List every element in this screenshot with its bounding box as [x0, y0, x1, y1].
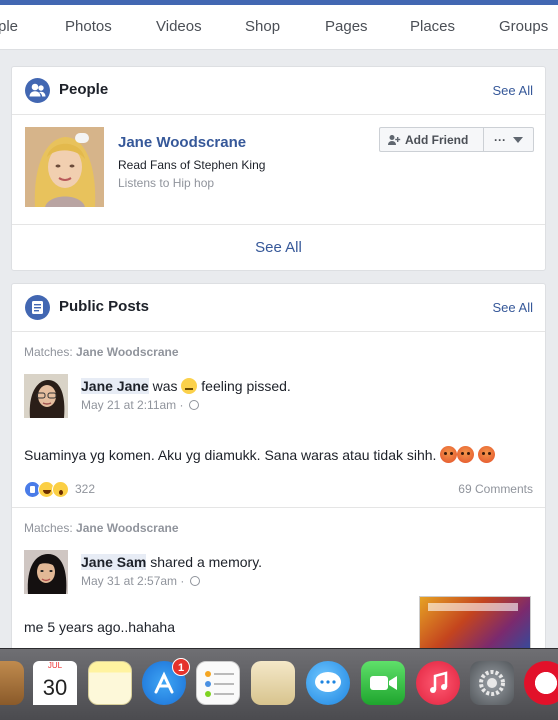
music-note-icon [430, 671, 448, 693]
post-author-line: Jane Jane was feeling pissed. [81, 378, 291, 394]
people-see-all-button[interactable]: See All [12, 225, 545, 270]
reminders-app-icon[interactable] [196, 661, 240, 705]
person-result: Jane Woodscrane Read Fans of Stephen Kin… [12, 115, 545, 225]
person-detail-fans: Read Fans of Stephen King [118, 158, 266, 172]
calendar-app-icon[interactable]: JUL 30 [33, 661, 77, 705]
add-friend-icon [387, 134, 401, 146]
post-text: Suaminya yg komen. Aku yg diamukk. Sana … [24, 447, 437, 463]
search-filter-tabs: ple Photos Videos Shop Pages Places Grou… [0, 5, 558, 50]
post-action-post: feeling pissed. [201, 378, 291, 394]
post-time[interactable]: May 21 at 2:11am · [81, 398, 184, 412]
more-options-button[interactable]: ··· [483, 127, 534, 152]
contacts-app-icon[interactable] [0, 661, 24, 705]
tab-groups[interactable]: Groups [499, 18, 548, 35]
person-avatar[interactable] [25, 127, 104, 207]
globe-icon [188, 400, 199, 410]
globe-icon [189, 576, 200, 586]
tab-videos[interactable]: Videos [156, 18, 202, 35]
chevron-down-icon [513, 136, 523, 143]
itunes-app-icon[interactable] [416, 661, 460, 705]
post-timestamp: May 21 at 2:11am · [81, 398, 199, 412]
author-avatar[interactable] [24, 374, 68, 418]
public-posts-header: Public Posts See All [12, 284, 545, 332]
people-see-all-link[interactable]: See All [493, 83, 533, 98]
video-camera-icon [370, 676, 397, 690]
post-reactions-bar: 322 69 Comments [12, 466, 545, 508]
tab-photos[interactable]: Photos [65, 18, 112, 35]
post-header: Jane Sam shared a memory. May 31 at 2:57… [12, 542, 545, 594]
gear-icon [479, 670, 505, 696]
chat-bubble-icon [315, 672, 341, 692]
calendar-day: 30 [33, 673, 77, 705]
opera-browser-icon[interactable] [524, 661, 558, 705]
reactions-summary[interactable]: 322 [24, 480, 95, 498]
system-preferences-icon[interactable] [470, 661, 514, 705]
wow-reaction-icon [52, 480, 69, 498]
angry-emoji-icon [457, 446, 475, 463]
tab-people[interactable]: ple [0, 18, 18, 35]
post-action-pre: was [152, 378, 178, 394]
messages-app-icon[interactable] [306, 661, 350, 705]
angry-emoji-icon [440, 446, 458, 463]
notes-app-icon[interactable] [88, 661, 132, 705]
person-detail-music: Listens to Hip hop [118, 176, 215, 190]
macos-dock: JUL 30 1 [0, 648, 558, 720]
post-header: Jane Jane was feeling pissed. May 21 at … [12, 366, 545, 418]
post-match-info: Matches: Jane Woodscrane [12, 332, 545, 366]
memory-thumbnail[interactable] [419, 596, 531, 652]
people-icon [25, 78, 50, 103]
post-item: Matches: Jane Woodscrane Jane Jane was f… [12, 332, 545, 508]
feeling-pissed-icon [181, 378, 198, 394]
post-author-line: Jane Sam shared a memory. [81, 554, 262, 570]
post-body: Suaminya yg komen. Aku yg diamukk. Sana … [12, 418, 545, 466]
preview-app-icon[interactable] [251, 661, 295, 705]
people-title: People [59, 81, 109, 98]
public-posts-card: Public Posts See All Matches: Jane Woods… [11, 283, 546, 653]
public-posts-title: Public Posts [59, 298, 150, 315]
posts-see-all-link[interactable]: See All [493, 300, 533, 315]
angry-emoji-icon [478, 446, 496, 463]
post-time[interactable]: May 31 at 2:57am · [81, 574, 184, 588]
posts-icon [25, 295, 50, 320]
tab-shop[interactable]: Shop [245, 18, 280, 35]
app-store-icon[interactable]: 1 [142, 658, 190, 705]
reminders-list-icon [205, 671, 234, 697]
author-avatar[interactable] [24, 550, 68, 594]
facetime-app-icon[interactable] [361, 661, 405, 705]
person-name-link[interactable]: Jane Woodscrane [118, 134, 246, 151]
matches-name: Jane Woodscrane [76, 521, 179, 535]
people-card: People See All Jane Woodscrane Read Fans… [11, 66, 546, 271]
post-match-info: Matches: Jane Woodscrane [12, 508, 545, 542]
post-action-post: shared a memory. [150, 554, 263, 570]
app-store-badge: 1 [172, 658, 190, 676]
people-card-header: People See All [12, 67, 545, 115]
tab-pages[interactable]: Pages [325, 18, 368, 35]
add-friend-button[interactable]: Add Friend [379, 127, 483, 152]
comments-link[interactable]: 69 Comments [458, 482, 533, 496]
more-options-label: ··· [494, 132, 506, 147]
post-author-name[interactable]: Jane Sam [81, 554, 147, 570]
reaction-count: 322 [75, 482, 96, 496]
matches-name: Jane Woodscrane [76, 345, 179, 359]
matches-label: Matches: [24, 345, 73, 359]
post-text: me 5 years ago..hahaha [24, 619, 175, 635]
add-friend-label: Add Friend [405, 132, 469, 147]
calendar-month: JUL [33, 661, 77, 673]
post-item: Matches: Jane Woodscrane Jane Sam shared… [12, 508, 545, 652]
post-author-name[interactable]: Jane Jane [81, 378, 149, 394]
tab-places[interactable]: Places [410, 18, 455, 35]
matches-label: Matches: [24, 521, 73, 535]
post-timestamp: May 31 at 2:57am · [81, 574, 200, 588]
